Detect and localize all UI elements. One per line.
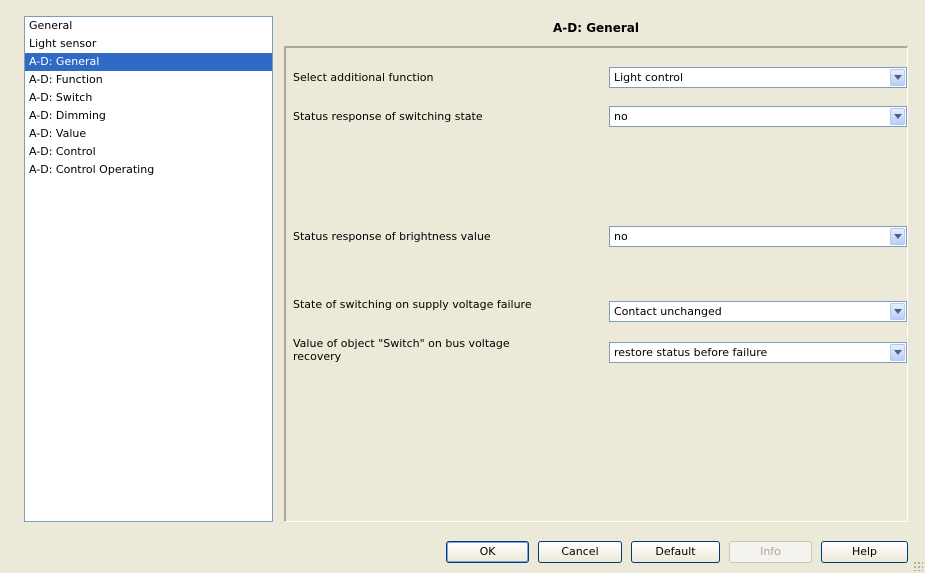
info-button: Info bbox=[729, 541, 812, 563]
nav-item-ad-general[interactable]: A-D: General bbox=[25, 53, 272, 71]
chevron-down-icon[interactable] bbox=[890, 108, 905, 125]
param-label-status-switching: Status response of switching state bbox=[293, 110, 483, 123]
param-label-additional-function: Select additional function bbox=[293, 71, 434, 84]
nav-item-ad-function[interactable]: A-D: Function bbox=[25, 71, 272, 89]
nav-item-ad-switch[interactable]: A-D: Switch bbox=[25, 89, 272, 107]
default-button[interactable]: Default bbox=[631, 541, 720, 563]
param-label-supply-failure: State of switching on supply voltage fai… bbox=[293, 298, 532, 311]
param-label-status-brightness: Status response of brightness value bbox=[293, 230, 491, 243]
chevron-down-icon[interactable] bbox=[890, 344, 905, 361]
nav-item-ad-control[interactable]: A-D: Control bbox=[25, 143, 272, 161]
nav-item-ad-dimming[interactable]: A-D: Dimming bbox=[25, 107, 272, 125]
chevron-down-icon[interactable] bbox=[890, 69, 905, 86]
additional-function-select[interactable]: Light control bbox=[609, 67, 907, 88]
ok-button[interactable]: OK bbox=[446, 541, 529, 563]
select-value: Contact unchanged bbox=[614, 305, 722, 318]
select-value: no bbox=[614, 110, 628, 123]
parameter-page-list: General Light sensor A-D: General A-D: F… bbox=[24, 16, 273, 522]
param-label-bus-recovery: Value of object "Switch" on bus voltage … bbox=[293, 337, 510, 363]
status-brightness-select[interactable]: no bbox=[609, 226, 907, 247]
chevron-down-icon[interactable] bbox=[890, 303, 905, 320]
nav-item-ad-value[interactable]: A-D: Value bbox=[25, 125, 272, 143]
cancel-button[interactable]: Cancel bbox=[538, 541, 622, 563]
nav-item-light-sensor[interactable]: Light sensor bbox=[25, 35, 272, 53]
status-switching-select[interactable]: no bbox=[609, 106, 907, 127]
supply-failure-select[interactable]: Contact unchanged bbox=[609, 301, 907, 322]
select-value: restore status before failure bbox=[614, 346, 768, 359]
bus-recovery-select[interactable]: restore status before failure bbox=[609, 342, 907, 363]
resize-grip-icon[interactable] bbox=[913, 561, 923, 571]
chevron-down-icon[interactable] bbox=[890, 228, 905, 245]
select-value: Light control bbox=[614, 71, 684, 84]
nav-item-ad-control-operating[interactable]: A-D: Control Operating bbox=[25, 161, 272, 179]
select-value: no bbox=[614, 230, 628, 243]
page-title: A-D: General bbox=[552, 21, 639, 35]
nav-item-general[interactable]: General bbox=[25, 17, 272, 35]
help-button[interactable]: Help bbox=[821, 541, 908, 563]
